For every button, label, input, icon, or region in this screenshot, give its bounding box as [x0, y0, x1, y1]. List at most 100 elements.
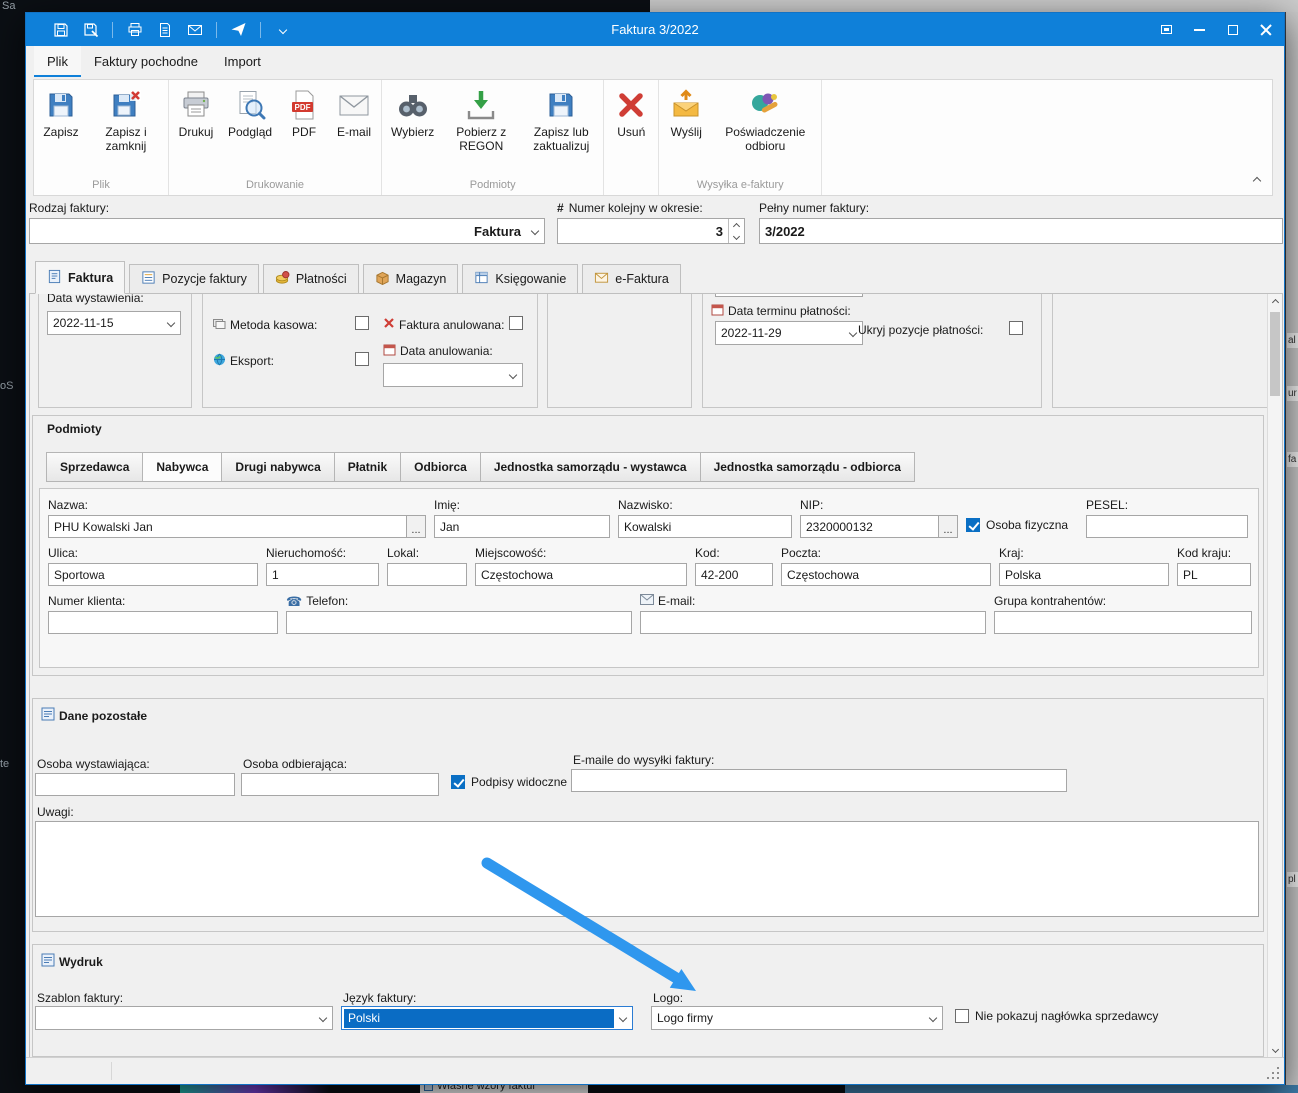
nazwisko-input[interactable]: Kowalski — [618, 515, 792, 538]
email-button[interactable]: E-mail — [329, 81, 379, 142]
pelny-numer-input[interactable]: 3/2022 — [759, 218, 1283, 244]
osoba-odbierajaca-input[interactable] — [241, 773, 439, 796]
grupa-kontrahentow-input[interactable] — [994, 611, 1252, 634]
chevron-down-icon — [314, 1007, 332, 1029]
drukuj-button[interactable]: Drukuj — [171, 81, 221, 142]
zapisz-i-zamknij-button[interactable]: Zapisz i zamknij — [86, 81, 166, 155]
envelope-icon — [338, 89, 370, 121]
nazwa-label: Nazwa: — [48, 498, 426, 512]
data-wystawienia-select[interactable]: 2022-11-15 — [47, 311, 181, 335]
podmiot-tab-js-wystawca[interactable]: Jednostka samorządu - wystawca — [480, 452, 701, 482]
nieruchomosc-input[interactable]: 1 — [266, 563, 379, 586]
podmiot-tab-odbiorca[interactable]: Odbiorca — [400, 452, 481, 482]
resize-grip[interactable] — [1267, 1067, 1279, 1079]
tab-magazyn[interactable]: Magazyn — [363, 264, 459, 293]
numer-kolejny-spinner[interactable]: 3 — [557, 218, 745, 244]
data-terminu-select[interactable]: 2022-11-29 — [715, 321, 863, 345]
kraj-input[interactable]: Polska — [999, 563, 1169, 586]
tab-platnosci[interactable]: Płatności — [263, 264, 359, 293]
button-label: Poświadczenie odbioru — [718, 126, 812, 153]
wybierz-button[interactable]: Wybierz — [384, 81, 441, 142]
szablon-select[interactable] — [35, 1006, 333, 1030]
podglad-button[interactable]: Podgląd — [221, 81, 279, 142]
print-icon[interactable] — [126, 21, 143, 38]
ukryj-pozycje-checkbox[interactable] — [1009, 321, 1023, 335]
scrollbar-thumb[interactable] — [1270, 312, 1280, 396]
numer-klienta-input[interactable] — [48, 611, 278, 634]
tab-e-faktura[interactable]: e-Faktura — [582, 264, 681, 293]
data-anulowania-select[interactable] — [383, 363, 523, 387]
podmiot-tab-nabywca[interactable]: Nabywca — [142, 452, 222, 482]
nie-pokazuj-checkbox[interactable] — [955, 1009, 969, 1023]
spin-up-button[interactable] — [729, 219, 744, 231]
faktura-anulowana-checkbox[interactable] — [509, 316, 523, 330]
close-button[interactable] — [1249, 13, 1282, 46]
export-document-icon[interactable] — [156, 21, 173, 38]
desktop-fragment: te — [0, 758, 9, 770]
nip-more-button[interactable]: ... — [938, 515, 958, 538]
minimize-button[interactable] — [1183, 13, 1216, 46]
poczta-input[interactable]: Częstochowa — [781, 563, 991, 586]
ribbon-group-drukowanie: Drukuj Podgląd PDF PDF E-mail Dr — [169, 80, 382, 195]
tab-ksiegowanie[interactable]: Księgowanie — [462, 264, 578, 293]
kod-input[interactable]: 42-200 — [695, 563, 773, 586]
email-input[interactable] — [640, 611, 986, 634]
tab-pozycje-faktury[interactable]: Pozycje faktury — [129, 264, 259, 293]
tab-faktury-pochodne[interactable]: Faktury pochodne — [81, 46, 211, 77]
eksport-checkbox[interactable] — [355, 352, 369, 366]
save-as-icon[interactable] — [82, 21, 99, 38]
toolbar-separator — [260, 22, 261, 38]
tab-faktura[interactable]: Faktura — [35, 261, 125, 294]
jezyk-select[interactable]: Polski — [341, 1006, 633, 1030]
clipped-combo[interactable] — [715, 294, 863, 297]
telefon-input[interactable] — [286, 611, 632, 634]
send-plane-icon[interactable] — [230, 21, 247, 38]
osoba-wystawiajaca-input[interactable] — [35, 773, 235, 796]
maximize-button[interactable] — [1216, 13, 1249, 46]
podmioty-groupbox: Podmioty Sprzedawca Nabywca Drugi nabywc… — [32, 415, 1264, 676]
imie-input[interactable]: Jan — [434, 515, 610, 538]
nazwa-more-button[interactable]: ... — [406, 515, 426, 538]
uwagi-textarea[interactable] — [35, 821, 1259, 917]
logo-select[interactable]: Logo firmy — [651, 1006, 943, 1030]
spin-down-button[interactable] — [729, 231, 744, 243]
podmiot-tab-js-odbiorca[interactable]: Jednostka samorządu - odbiorca — [700, 452, 915, 482]
wyslij-button[interactable]: Wyślij — [661, 81, 711, 142]
miejscowosc-input[interactable]: Częstochowa — [475, 563, 687, 586]
zapisz-lub-zaktualizuj-button[interactable]: Zapisz lub zaktualizuj — [521, 81, 601, 155]
pobierz-z-regon-button[interactable]: Pobierz z REGON — [441, 81, 521, 155]
save-icon[interactable] — [52, 21, 69, 38]
metoda-kasowa-checkbox[interactable] — [355, 316, 369, 330]
chevron-down-icon — [614, 1007, 632, 1029]
emaile-input[interactable] — [571, 769, 1067, 792]
scroll-up-button[interactable] — [1268, 294, 1282, 309]
scroll-down-button[interactable] — [1268, 1043, 1282, 1058]
zapisz-button[interactable]: Zapisz — [36, 81, 86, 142]
email-icon[interactable] — [186, 21, 203, 38]
pdf-button[interactable]: PDF PDF — [279, 81, 329, 142]
wydruk-groupbox: Wydruk Szablon faktury: Język faktury: P… — [32, 944, 1264, 1057]
poswiadczenie-odbioru-button[interactable]: Poświadczenie odbioru — [711, 81, 819, 155]
osoba-fizyczna-checkbox[interactable] — [966, 518, 980, 532]
nip-input[interactable]: 2320000132 — [800, 515, 938, 538]
desktop-background: Sa oS te al ur fa pl Własne wzory faktur — [0, 0, 1298, 1093]
usun-button[interactable]: Usuń — [606, 81, 656, 142]
pesel-input[interactable] — [1086, 515, 1248, 538]
ribbon-collapse-chevron-icon[interactable] — [1254, 173, 1260, 187]
podmiot-tab-drugi-nabywca[interactable]: Drugi nabywca — [221, 452, 334, 482]
kod-kraju-input[interactable]: PL — [1177, 563, 1251, 586]
layout-icon[interactable] — [1150, 13, 1183, 46]
lokal-input[interactable] — [387, 563, 467, 586]
podmiot-tab-platnik[interactable]: Płatnik — [334, 452, 401, 482]
toolbar-chevron-icon[interactable] — [274, 21, 291, 38]
podmiot-tab-sprzedawca[interactable]: Sprzedawca — [46, 452, 143, 482]
vertical-scrollbar[interactable] — [1267, 294, 1282, 1058]
tab-import[interactable]: Import — [211, 46, 274, 77]
nazwa-input[interactable]: PHU Kowalski Jan — [48, 515, 406, 538]
rodzaj-faktury-select[interactable]: Faktura — [29, 218, 545, 244]
ribbon-group-plik: Zapisz Zapisz i zamknij Plik — [34, 80, 169, 195]
tab-plik[interactable]: Plik — [34, 46, 81, 77]
podpisy-widoczne-checkbox[interactable] — [451, 775, 465, 789]
ulica-input[interactable]: Sportowa — [48, 563, 258, 586]
ulica-label: Ulica: — [48, 546, 258, 560]
